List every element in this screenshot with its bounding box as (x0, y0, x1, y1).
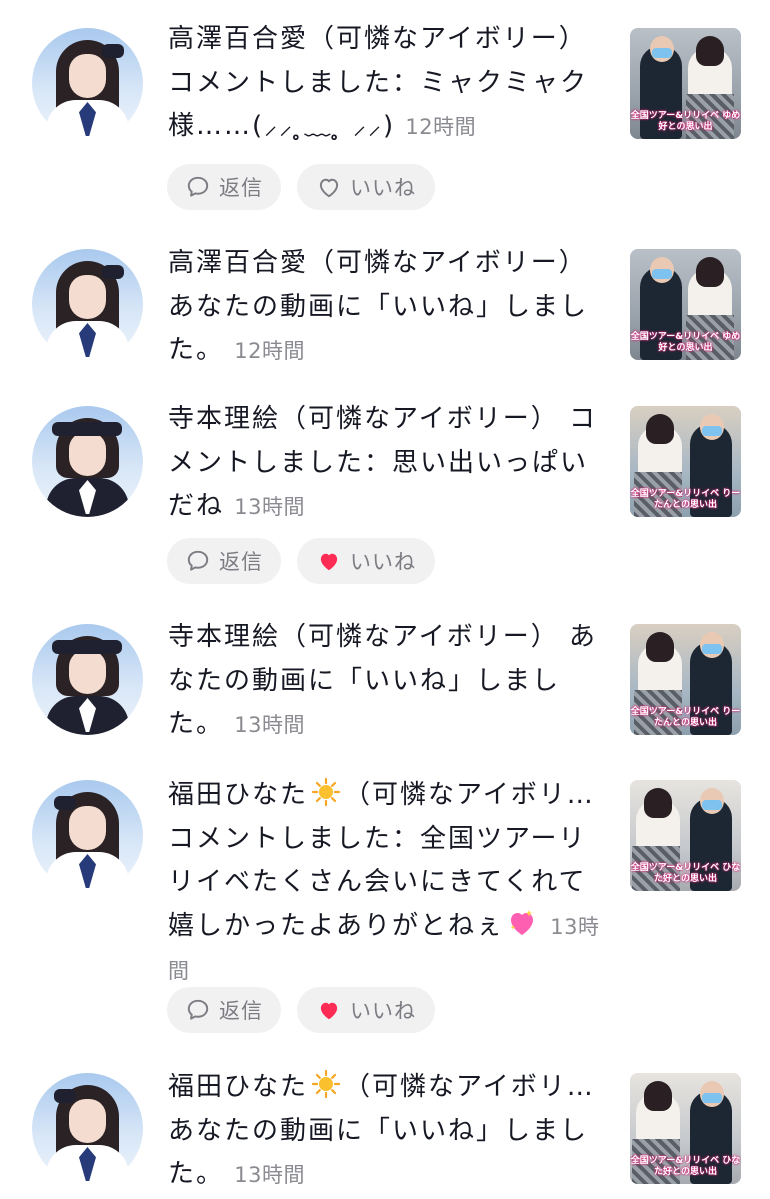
avatar[interactable] (32, 406, 143, 517)
sun-emoji-icon (311, 1069, 341, 1099)
thumbnail-caption: 全国ツアー&リリイベ ひなた好との思い出 (630, 863, 741, 884)
avatar[interactable] (32, 249, 143, 360)
notification-name-suffix: （可憐なアイボリ… (344, 780, 595, 810)
heart-filled-icon (320, 553, 338, 571)
sun-emoji-icon (311, 777, 341, 807)
notification-text: 高澤百合愛（可憐なアイボリー） あなたの動画に「いいね」しました。 12時間 (168, 242, 600, 374)
like-button[interactable]: いいね (297, 987, 435, 1033)
notification-title: 高澤百合愛（可憐なアイボリー） (168, 24, 587, 54)
timestamp: 12時間 (234, 339, 305, 363)
notification-name: 福田ひなた (168, 1072, 309, 1102)
timestamp: 13時間 (234, 495, 305, 519)
like-label: いいね (350, 176, 416, 200)
comment-bubble-icon (187, 999, 209, 1020)
timestamp: 13時間 (234, 1163, 305, 1187)
reply-label: 返信 (219, 550, 263, 574)
notification-title: 寺本理絵（可憐なアイボリー） コ (168, 404, 597, 434)
heart-outline-icon (319, 178, 339, 198)
reply-button[interactable]: 返信 (167, 164, 281, 210)
notification-text: 寺本理絵（可憐なアイボリー） あ なたの動画に「いいね」しました。 13時間 (168, 616, 600, 748)
video-thumbnail[interactable]: 全国ツアー&リリイベ りーたんとの思い出 (630, 406, 741, 517)
avatar[interactable] (32, 1073, 143, 1184)
like-label: いいね (350, 550, 416, 574)
timestamp: 12時間 (405, 115, 477, 139)
notification-body: あなたの動画に「いいね」しました。 (168, 291, 589, 366)
timestamp: 13時間 (234, 713, 305, 737)
video-thumbnail[interactable]: 全国ツアー&リリイベ ひなた好との思い出 (630, 1073, 741, 1184)
notification-body: メントしました：思い出いっぱいだね (168, 447, 589, 522)
reply-button[interactable]: 返信 (167, 538, 281, 584)
video-thumbnail[interactable]: 全国ツアー&リリイベ りーたんとの思い出 (630, 624, 741, 735)
notification-body: なたの動画に「いいね」しました。 (168, 665, 561, 740)
reply-label: 返信 (219, 999, 263, 1023)
like-label: いいね (350, 999, 416, 1023)
sparkling-heart-emoji-icon (510, 909, 534, 935)
video-thumbnail[interactable]: 全国ツアー&リリイベ ゆめ好との思い出 (630, 249, 741, 360)
notification-text: 福田ひなた （可憐なアイボリ… コメントしました：全国ツアーリリイベたくさん会いに… (168, 774, 600, 994)
notification-text: 高澤百合愛（可憐なアイボリー） コメントしました：ミャクミャク様……(⸝⸝ ̥̥… (168, 18, 600, 150)
thumbnail-caption: 全国ツアー&リリイベ りーたんとの思い出 (630, 489, 741, 510)
notification-name-suffix: （可憐なアイボリ… (344, 1072, 595, 1102)
video-thumbnail[interactable]: 全国ツアー&リリイベ ひなた好との思い出 (630, 780, 741, 891)
notification-body: コメントしました：ミャクミャク様……(⸝⸝ ̥̥﹏ ̥̥ ⸝⸝) (168, 67, 589, 142)
comment-bubble-icon (187, 550, 209, 571)
avatar[interactable] (32, 28, 143, 139)
thumbnail-caption: 全国ツアー&リリイベ りーたんとの思い出 (630, 707, 741, 728)
avatar[interactable] (32, 624, 143, 735)
heart-filled-icon (320, 1002, 338, 1020)
notification-title: 高澤百合愛（可憐なアイボリー） (168, 248, 587, 278)
notification-body: あなたの動画に「いいね」しました。 (168, 1115, 589, 1190)
thumbnail-caption: 全国ツアー&リリイベ ゆめ好との思い出 (630, 111, 741, 132)
notification-name: 福田ひなた (168, 780, 309, 810)
like-button[interactable]: いいね (297, 164, 435, 210)
notification-text: 福田ひなた （可憐なアイボリ… あなたの動画に「いいね」しました。 13時間 (168, 1066, 600, 1198)
reply-label: 返信 (219, 176, 263, 200)
thumbnail-caption: 全国ツアー&リリイベ ゆめ好との思い出 (630, 332, 741, 353)
avatar[interactable] (32, 780, 143, 891)
thumbnail-caption: 全国ツアー&リリイベ ひなた好との思い出 (630, 1156, 741, 1177)
like-button[interactable]: いいね (297, 538, 435, 584)
video-thumbnail[interactable]: 全国ツアー&リリイベ ゆめ好との思い出 (630, 28, 741, 139)
notification-text: 寺本理絵（可憐なアイボリー） コ メントしました：思い出いっぱいだね 13時間 (168, 398, 600, 530)
reply-button[interactable]: 返信 (167, 987, 281, 1033)
notification-title: 寺本理絵（可憐なアイボリー） あ (168, 622, 597, 652)
comment-bubble-icon (187, 176, 209, 197)
